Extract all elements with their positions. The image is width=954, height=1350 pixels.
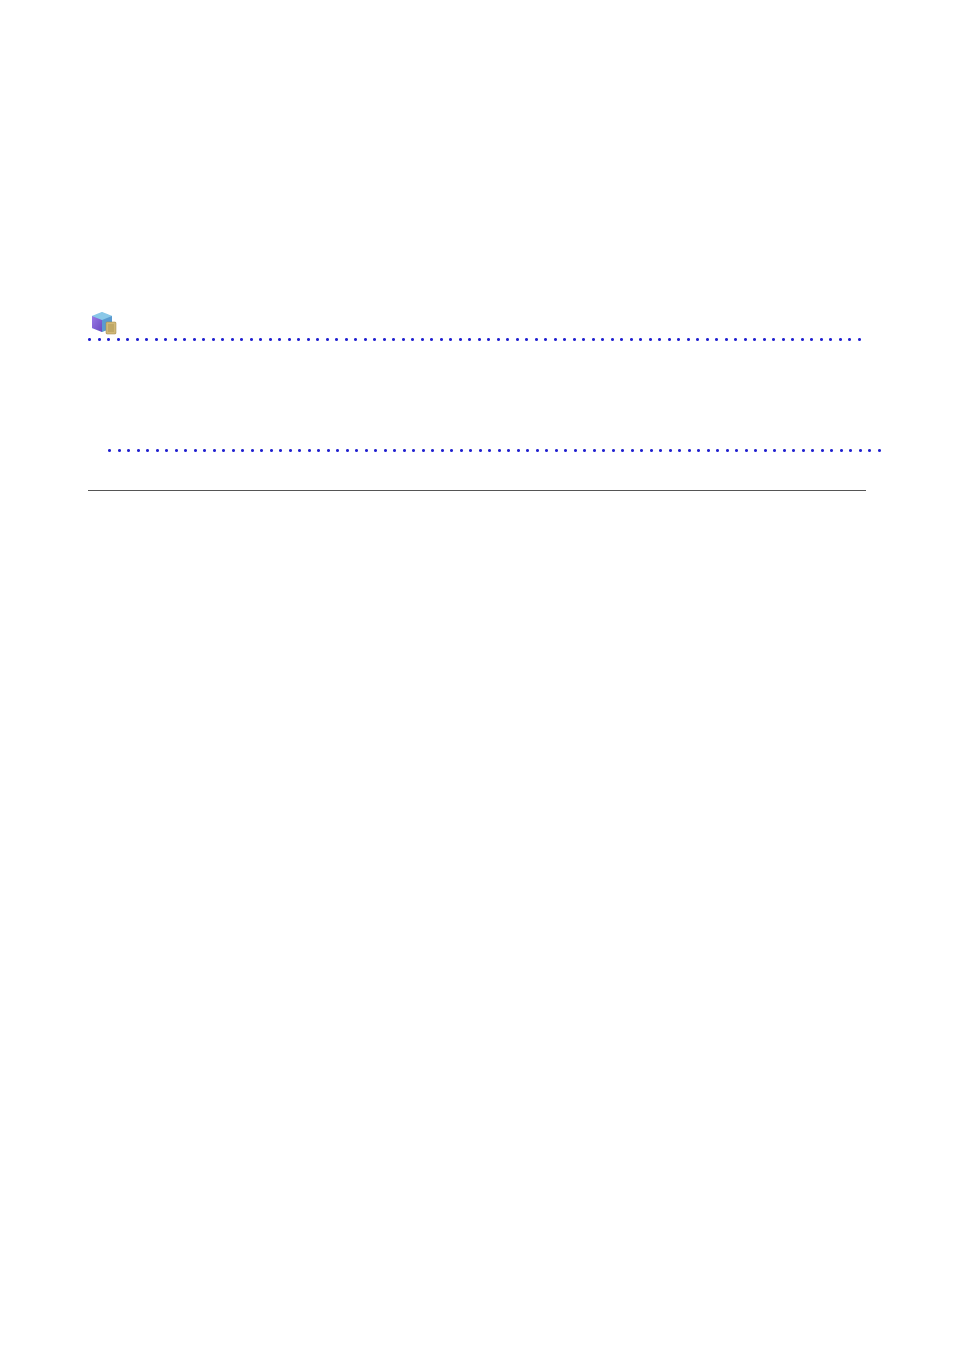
solid-divider xyxy=(88,490,866,491)
content-area xyxy=(88,308,866,491)
cube-document-icon xyxy=(88,308,120,336)
icon-row xyxy=(88,308,866,336)
spacer xyxy=(88,341,866,449)
dotted-divider-2 xyxy=(108,449,886,452)
